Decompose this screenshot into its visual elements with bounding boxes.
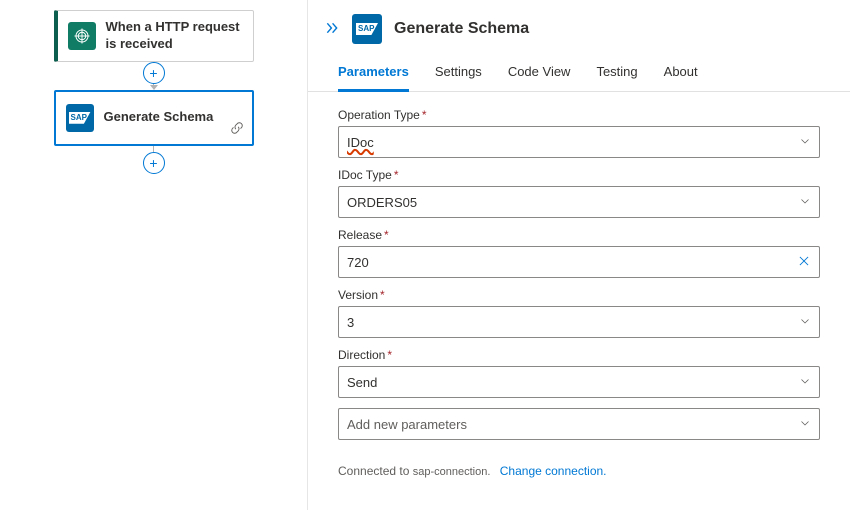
parameters-form: Operation Type* IDoc IDoc Type* ORDERS05 <box>308 92 850 456</box>
add-parameters-select[interactable]: Add new parameters <box>338 408 820 440</box>
tab-bar: Parameters Settings Code View Testing Ab… <box>308 54 850 92</box>
direction-select[interactable]: Send <box>338 366 820 398</box>
connection-name: sap-connection. <box>413 466 491 478</box>
label-idoc-type: IDoc Type* <box>338 168 820 182</box>
connection-link-icon <box>230 121 244 138</box>
change-connection-link[interactable]: Change connection. <box>500 464 607 478</box>
http-request-icon <box>68 22 96 50</box>
tab-testing[interactable]: Testing <box>596 64 637 91</box>
chevron-down-icon <box>799 195 811 210</box>
trigger-node-label: When a HTTP request is received <box>106 19 243 53</box>
add-step-end-button[interactable]: + <box>143 152 165 174</box>
chevron-down-icon <box>799 417 811 432</box>
connector-end: + <box>143 146 165 174</box>
version-select[interactable]: 3 <box>338 306 820 338</box>
action-node-label: Generate Schema <box>104 109 214 126</box>
chevron-down-icon <box>799 375 811 390</box>
add-step-button[interactable]: + <box>143 62 165 84</box>
label-version: Version* <box>338 288 820 302</box>
field-add-parameters: Add new parameters <box>338 408 820 440</box>
label-operation-type: Operation Type* <box>338 108 820 122</box>
field-idoc-type: IDoc Type* ORDERS05 <box>338 168 820 218</box>
sap-icon <box>66 104 94 132</box>
trigger-node-http-request[interactable]: When a HTTP request is received <box>54 10 254 62</box>
sap-icon <box>352 14 382 44</box>
label-direction: Direction* <box>338 348 820 362</box>
operation-type-select[interactable]: IDoc <box>338 126 820 158</box>
connection-status: Connected to sap-connection. Change conn… <box>308 456 850 478</box>
tab-about[interactable]: About <box>664 64 698 91</box>
chevron-down-icon <box>799 135 811 150</box>
connector: + <box>143 62 165 90</box>
tab-code-view[interactable]: Code View <box>508 64 571 91</box>
field-version: Version* 3 <box>338 288 820 338</box>
chevron-down-icon <box>799 315 811 330</box>
release-input[interactable]: 720 <box>338 246 820 278</box>
collapse-panel-icon[interactable] <box>324 21 340 38</box>
clear-icon[interactable] <box>797 254 811 271</box>
panel-title: Generate Schema <box>394 20 529 38</box>
tab-parameters[interactable]: Parameters <box>338 64 409 92</box>
field-operation-type: Operation Type* IDoc <box>338 108 820 158</box>
tab-settings[interactable]: Settings <box>435 64 482 91</box>
field-direction: Direction* Send <box>338 348 820 398</box>
label-release: Release* <box>338 228 820 242</box>
action-node-generate-schema[interactable]: Generate Schema <box>54 90 254 146</box>
idoc-type-select[interactable]: ORDERS05 <box>338 186 820 218</box>
panel-header: Generate Schema <box>308 0 850 54</box>
flow-canvas: When a HTTP request is received + Genera… <box>0 0 308 510</box>
details-panel: Generate Schema Parameters Settings Code… <box>308 0 850 510</box>
field-release: Release* 720 <box>338 228 820 278</box>
